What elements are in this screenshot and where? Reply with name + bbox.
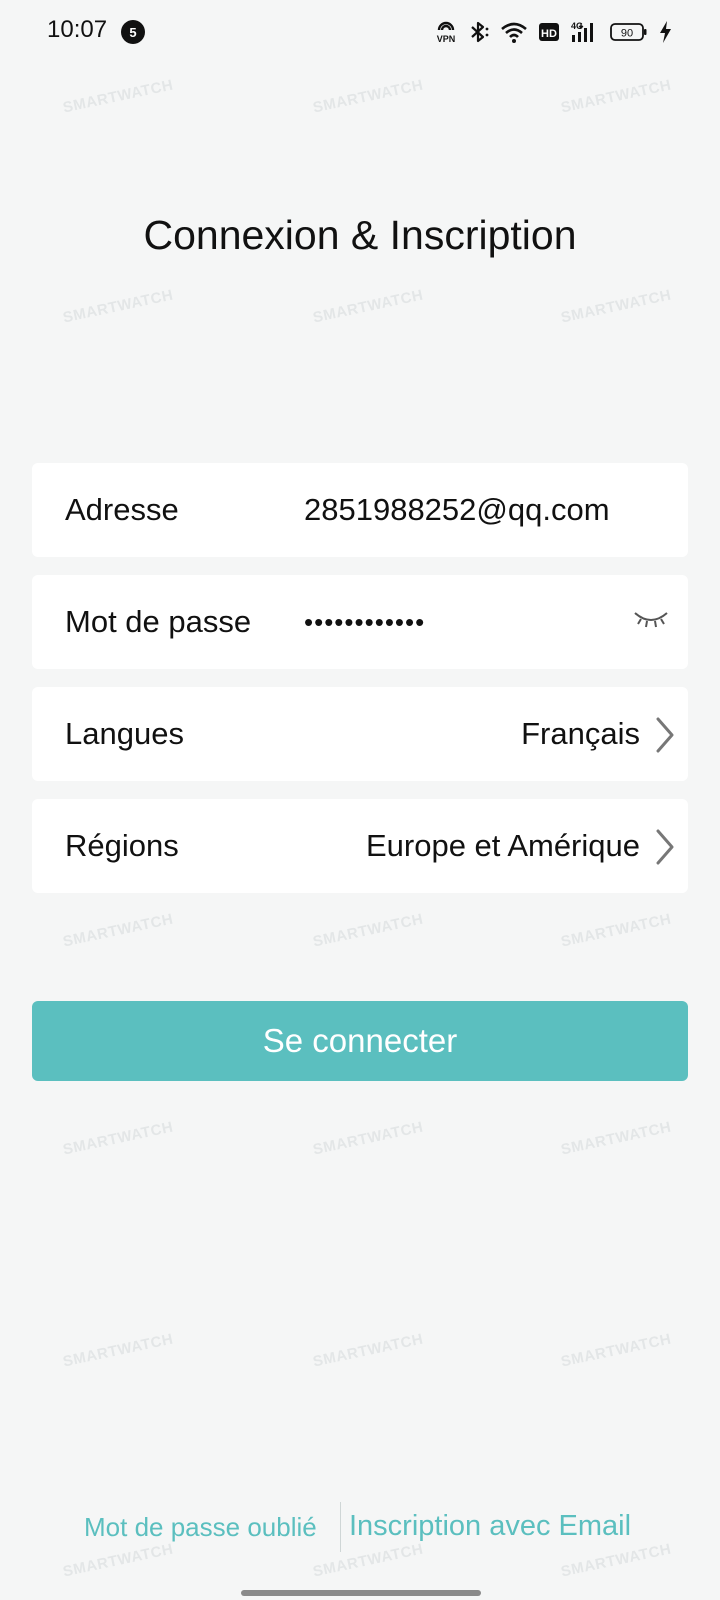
vpn-icon: VPN: [434, 20, 458, 44]
bottom-links: Mot de passe oublié Inscription avec Ema…: [0, 1502, 720, 1552]
link-divider: [340, 1502, 341, 1552]
status-bar: 10:07 5 VPN HD 4G 90: [0, 0, 720, 64]
password-row[interactable]: Mot de passe ••••••••••••: [32, 575, 688, 669]
eye-closed-icon[interactable]: [632, 609, 670, 636]
battery-level: 90: [621, 28, 633, 40]
language-value: Français: [521, 716, 640, 751]
watermark-text: SMARTWATCH: [559, 286, 673, 327]
watermark-text: SMARTWATCH: [61, 1330, 175, 1371]
chevron-right-icon: [654, 829, 676, 870]
watermark-text: SMARTWATCH: [311, 1330, 425, 1371]
watermark-text: SMARTWATCH: [311, 910, 425, 951]
watermark-text: SMARTWATCH: [559, 1118, 673, 1159]
battery-icon: 90: [610, 21, 648, 43]
home-indicator[interactable]: [241, 1590, 481, 1596]
email-row[interactable]: Adresse 2851988252@qq.com: [32, 463, 688, 557]
register-email-link[interactable]: Inscription avec Email: [349, 1510, 631, 1543]
svg-text:VPN: VPN: [437, 34, 456, 44]
forgot-password-link[interactable]: Mot de passe oublié: [84, 1512, 317, 1543]
watermark-text: SMARTWATCH: [61, 1118, 175, 1159]
watermark-text: SMARTWATCH: [61, 910, 175, 951]
hd-icon: HD: [538, 21, 560, 43]
charging-icon: [658, 20, 672, 44]
notification-badge: 5: [121, 20, 145, 44]
watermark-text: SMARTWATCH: [61, 76, 175, 117]
chevron-right-icon: [654, 717, 676, 758]
status-icons: VPN HD 4G 90: [434, 18, 672, 46]
watermark-text: SMARTWATCH: [559, 76, 673, 117]
watermark-text: SMARTWATCH: [559, 1330, 673, 1371]
watermark-text: SMARTWATCH: [311, 1118, 425, 1159]
region-row[interactable]: Régions Europe et Amérique: [32, 799, 688, 893]
svg-text:HD: HD: [541, 28, 557, 40]
watermark-text: SMARTWATCH: [559, 910, 673, 951]
region-value: Europe et Amérique: [365, 828, 640, 863]
4g-signal-icon: 4G: [570, 20, 600, 44]
email-field[interactable]: 2851988252@qq.com: [304, 492, 610, 528]
wifi-icon: [500, 20, 528, 44]
watermark-text: SMARTWATCH: [311, 76, 425, 117]
watermark-text: SMARTWATCH: [311, 286, 425, 327]
login-button[interactable]: Se connecter: [32, 1001, 688, 1081]
email-label: Adresse: [65, 492, 179, 527]
language-row[interactable]: Langues Français: [32, 687, 688, 781]
status-time: 10:07: [47, 16, 108, 43]
watermark-text: SMARTWATCH: [61, 286, 175, 327]
page-title: Connexion & Inscription: [143, 212, 577, 258]
bluetooth-icon: [468, 20, 490, 44]
region-label: Régions: [65, 828, 179, 863]
password-label: Mot de passe: [65, 604, 252, 639]
password-field[interactable]: ••••••••••••: [304, 607, 425, 638]
language-label: Langues: [65, 716, 184, 751]
